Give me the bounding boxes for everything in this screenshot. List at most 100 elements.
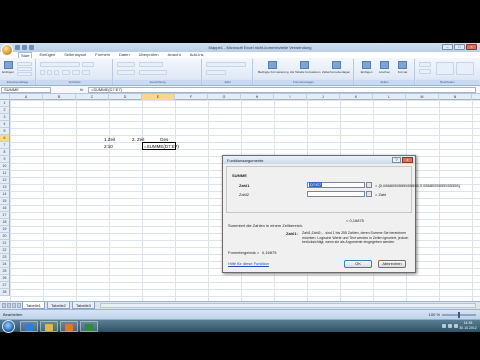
row-header-22[interactable]: 22 <box>0 247 10 254</box>
taskbar-excel[interactable] <box>80 321 98 332</box>
sheet-nav-arrows[interactable] <box>2 303 21 308</box>
close-window-button[interactable]: × <box>466 44 477 50</box>
row-header-1[interactable]: 1 <box>0 100 10 107</box>
dialog-help-button[interactable]: ? <box>392 157 401 163</box>
underline-button[interactable] <box>54 70 59 75</box>
minimize-button[interactable]: – <box>442 44 453 50</box>
cell-e6[interactable]: =SUMME(D7:E7) <box>144 144 179 149</box>
row-header-24[interactable]: 24 <box>0 261 10 268</box>
taskbar-ie[interactable] <box>20 321 38 332</box>
row-header-12[interactable]: 12 <box>0 177 10 184</box>
taskbar-explorer[interactable] <box>40 321 58 332</box>
delete-cells-button[interactable]: Löschen <box>376 61 393 76</box>
sheet-tab-1[interactable]: Tabelle1 <box>22 302 45 309</box>
row-header-11[interactable]: 11 <box>0 170 10 177</box>
formula-bar[interactable]: =SUMME(D7:E7) <box>88 87 476 93</box>
arg-description: Zahl1;Zahl2;... sind 1 bis 255 Zahlen, d… <box>302 231 409 244</box>
save-icon[interactable] <box>15 45 20 50</box>
row-header-10[interactable]: 10 <box>0 163 10 170</box>
horizontal-scrollbar[interactable] <box>100 303 476 308</box>
ok-button[interactable]: OK <box>344 260 372 268</box>
row-header-7[interactable]: 7 <box>0 142 10 149</box>
font-family-select[interactable] <box>40 62 80 67</box>
row-header-19[interactable]: 19 <box>0 226 10 233</box>
cancel-button[interactable]: Abbrechen <box>378 260 406 268</box>
taskbar-media[interactable] <box>60 321 78 332</box>
vertical-align-buttons[interactable] <box>117 62 135 67</box>
row-header-4[interactable]: 4 <box>0 121 10 128</box>
cell-styles-button[interactable]: Zellenformatvorlagen <box>322 61 350 76</box>
row-header-2[interactable]: 2 <box>0 107 10 114</box>
insert-cells-button[interactable]: Einfügen <box>358 61 375 76</box>
italic-button[interactable] <box>47 70 52 75</box>
row-header-13[interactable]: 13 <box>0 184 10 191</box>
start-button[interactable] <box>2 320 15 333</box>
row-header-25[interactable]: 25 <box>0 268 10 275</box>
fx-icon[interactable]: fx <box>80 87 83 92</box>
fill-button[interactable] <box>419 69 431 74</box>
format-cells-button[interactable]: Format <box>394 61 411 76</box>
cell-e5[interactable]: Ges <box>160 137 168 142</box>
fill-color-button[interactable] <box>72 70 80 75</box>
cell-c5[interactable]: 1.Zeit <box>104 137 115 142</box>
row-header-21[interactable]: 21 <box>0 240 10 247</box>
conditional-formatting-button[interactable]: Bedingte Formatierung <box>258 61 289 76</box>
status-bar: Bearbeiten 100 % <box>0 309 480 319</box>
row-header-9[interactable]: 9 <box>0 156 10 163</box>
row-header-26[interactable]: 26 <box>0 275 10 282</box>
row-header-20[interactable]: 20 <box>0 233 10 240</box>
find-select-button[interactable] <box>456 62 474 75</box>
name-box[interactable]: SUMME <box>1 87 51 93</box>
row-header-8[interactable]: 8 <box>0 149 10 156</box>
zoom-slider[interactable] <box>442 312 476 318</box>
bold-button[interactable] <box>40 70 45 75</box>
wrap-text-button[interactable] <box>139 62 163 67</box>
cut-button[interactable] <box>17 62 32 66</box>
redo-icon[interactable] <box>29 45 34 50</box>
row-header-23[interactable]: 23 <box>0 254 10 261</box>
number-format-select[interactable] <box>206 62 246 67</box>
row-header-15[interactable]: 15 <box>0 198 10 205</box>
undo-icon[interactable] <box>22 45 27 50</box>
office-button[interactable] <box>1 44 13 56</box>
dialog-close-button[interactable]: x <box>402 157 413 163</box>
font-size-select[interactable] <box>82 62 94 67</box>
sheet-tab-2[interactable]: Tabelle2 <box>47 302 70 309</box>
network-icon[interactable] <box>442 324 446 328</box>
function-help-link[interactable]: Hilfe für diese Funktion <box>228 261 269 266</box>
row-header-5[interactable]: 5 <box>0 128 10 135</box>
font-color-button[interactable] <box>82 70 90 75</box>
volume-icon[interactable] <box>448 324 452 328</box>
sheet-tab-3[interactable]: Tabelle3 <box>72 302 95 309</box>
sort-filter-button[interactable] <box>436 62 454 75</box>
horizontal-align-buttons[interactable] <box>117 70 135 75</box>
autosum-button[interactable] <box>419 62 431 67</box>
format-as-table-button[interactable]: Als Tabelle formatieren <box>290 61 320 76</box>
excel-icon <box>85 324 93 331</box>
arg1-collapse-button[interactable] <box>366 182 372 188</box>
clock[interactable]: 14:33 30.10.2012 <box>458 321 478 331</box>
formula-result-value: 0,16875 <box>262 250 277 255</box>
maximize-button[interactable]: □ <box>454 44 465 50</box>
paste-button[interactable]: Einfügen <box>2 61 14 76</box>
zoom-level[interactable]: 100 % <box>429 312 440 317</box>
row-header-17[interactable]: 17 <box>0 212 10 219</box>
arg2-input[interactable] <box>307 191 365 197</box>
row-header-16[interactable]: 16 <box>0 205 10 212</box>
currency-percent-buttons[interactable] <box>206 70 226 75</box>
row-header-3[interactable]: 3 <box>0 114 10 121</box>
border-button[interactable] <box>62 70 70 75</box>
cell-c6[interactable]: 2:10 <box>104 144 113 149</box>
dialog-title-bar[interactable]: Funktionsargumente ? x <box>223 156 415 164</box>
row-header-27[interactable]: 27 <box>0 282 10 289</box>
row-header-18[interactable]: 18 <box>0 219 10 226</box>
merge-center-button[interactable] <box>139 70 167 75</box>
arg2-collapse-button[interactable] <box>366 191 372 197</box>
arg1-input[interactable]: D7:E7 <box>307 182 365 188</box>
format-painter-button[interactable] <box>17 72 32 76</box>
cell-d5[interactable]: 2. Zeit <box>132 137 145 142</box>
row-header-28[interactable]: 28 <box>0 289 10 296</box>
row-header-6[interactable]: 6 <box>0 135 10 142</box>
copy-button[interactable] <box>17 67 32 71</box>
row-header-14[interactable]: 14 <box>0 191 10 198</box>
